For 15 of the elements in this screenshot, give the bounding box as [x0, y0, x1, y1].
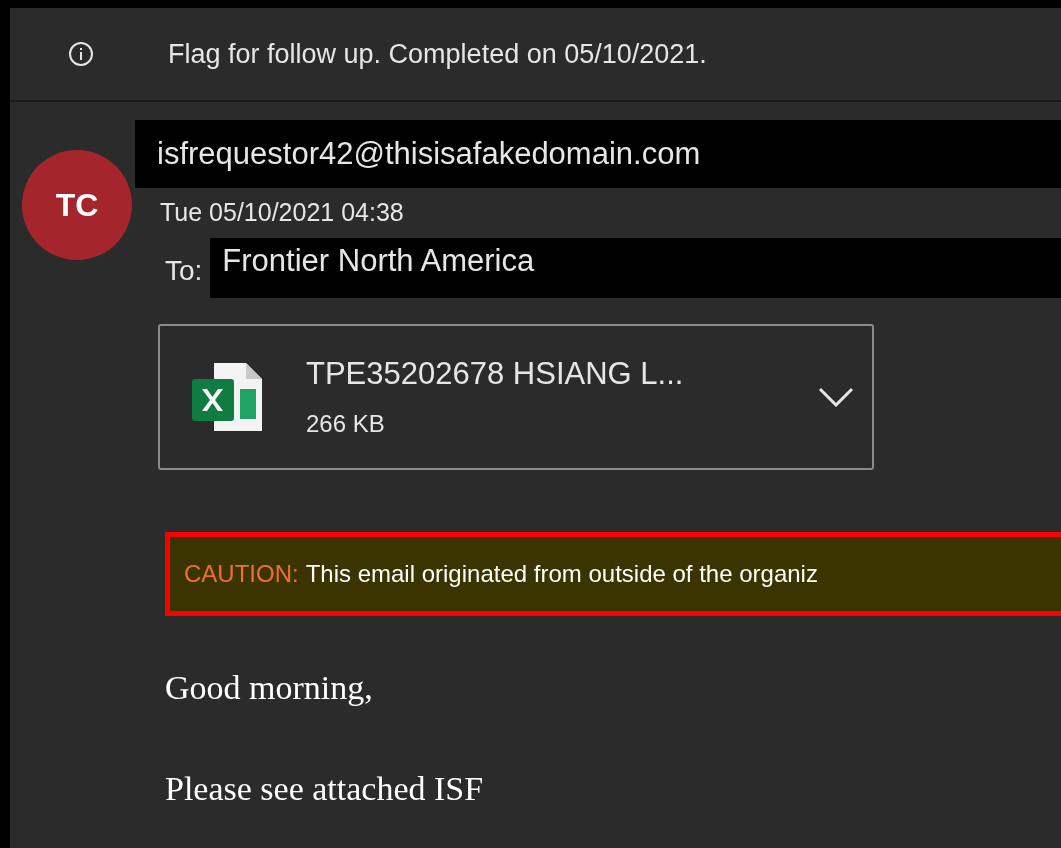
body-paragraph: Please see attached ISF: [165, 768, 485, 809]
sent-date: Tue 05/10/2021 04:38: [160, 197, 405, 228]
sender-email: isfrequestor42@thisisafakedomain.com: [135, 120, 1061, 188]
caution-label: CAUTION:: [184, 558, 299, 589]
caution-text: This email originated from outside of the organiz: [305, 558, 818, 589]
avatar: TC: [22, 150, 132, 260]
attachment-card[interactable]: TPE35202678 HSIANG L... 266 KB: [158, 323, 874, 470]
body-paragraph: Good morning,: [165, 667, 374, 708]
info-text: Flag for follow up. Completed on 05/10/2021.: [168, 37, 707, 71]
info-icon: [68, 41, 94, 67]
attachment-size: 266 KB: [306, 408, 386, 439]
chevron-down-icon[interactable]: [818, 386, 854, 407]
recipient-name: Frontier North America: [210, 237, 1061, 298]
attachment-name: TPE35202678 HSIANG L...: [306, 355, 685, 394]
to-label: To:: [165, 253, 203, 288]
